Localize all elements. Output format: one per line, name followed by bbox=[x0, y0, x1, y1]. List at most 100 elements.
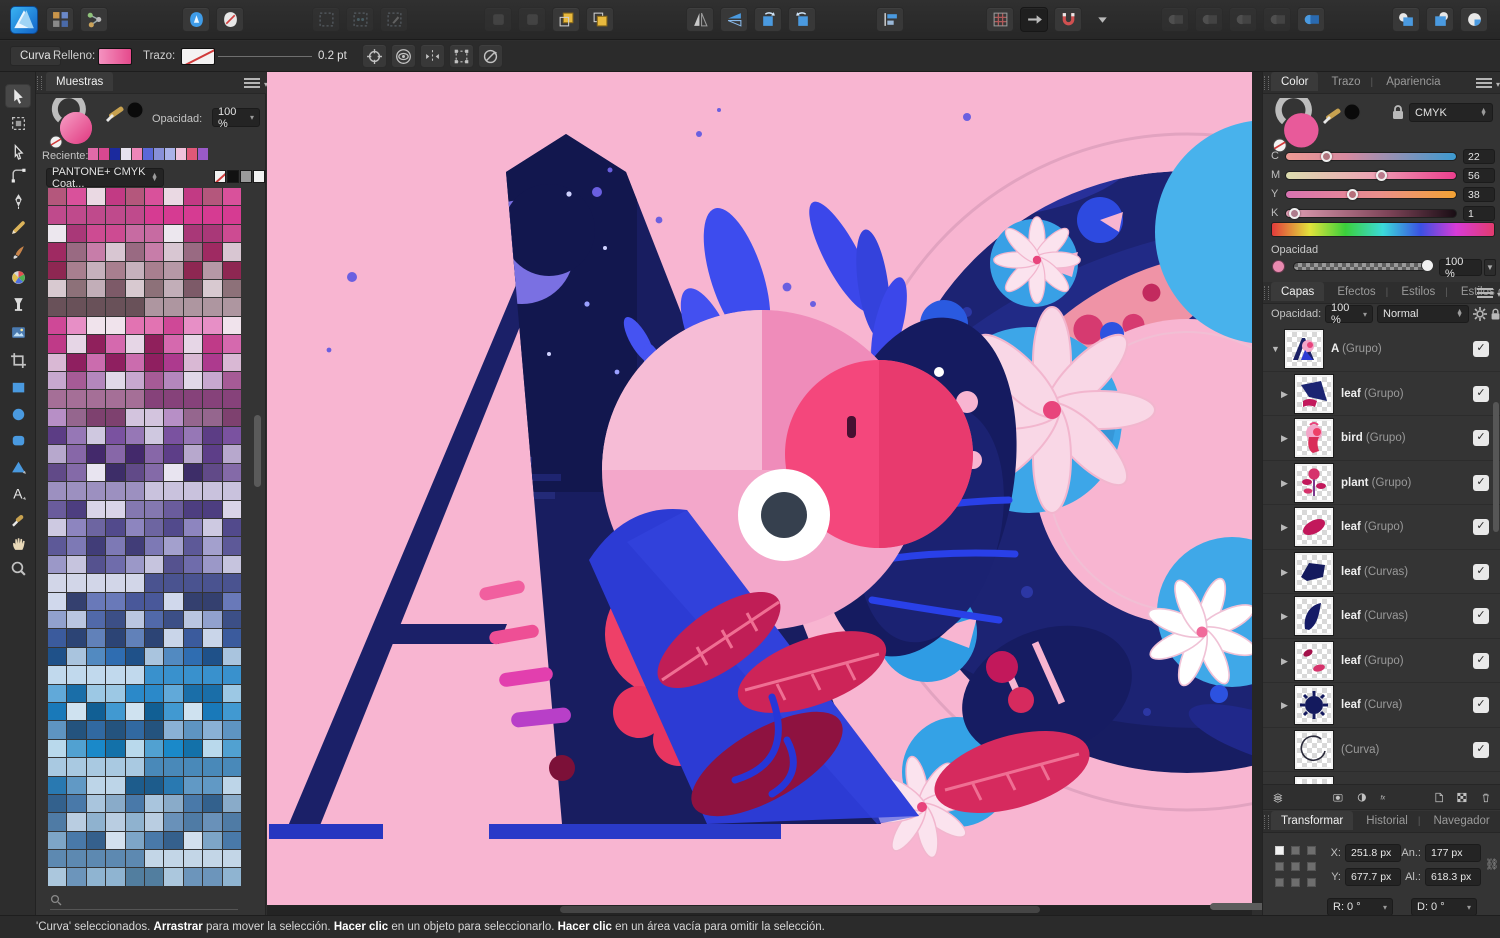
swatch[interactable] bbox=[86, 224, 106, 243]
layer-thumbnail[interactable] bbox=[1295, 686, 1333, 724]
layer-name[interactable]: leaf (Curvas) bbox=[1341, 610, 1408, 622]
palette-dropdown[interactable]: PANTONE+ CMYK Coat... ▲ ▼ bbox=[46, 166, 164, 190]
swatch[interactable] bbox=[164, 592, 183, 610]
swatch[interactable] bbox=[144, 500, 164, 519]
swatch[interactable] bbox=[164, 610, 183, 629]
spectrum-bar[interactable] bbox=[1271, 222, 1495, 237]
swatch[interactable] bbox=[86, 261, 106, 279]
swatch[interactable] bbox=[86, 279, 106, 298]
swatch[interactable] bbox=[203, 555, 222, 574]
swatch[interactable] bbox=[144, 427, 164, 445]
swatch[interactable] bbox=[164, 702, 183, 721]
swatch[interactable] bbox=[67, 316, 86, 335]
swatch[interactable] bbox=[183, 261, 203, 279]
expand-icon[interactable]: ▶ bbox=[1281, 656, 1288, 667]
swatch[interactable] bbox=[125, 629, 144, 647]
swatch[interactable] bbox=[67, 463, 86, 482]
swatch[interactable] bbox=[106, 629, 125, 647]
swatch[interactable] bbox=[48, 592, 67, 610]
swatch[interactable] bbox=[125, 813, 144, 831]
swatch[interactable] bbox=[125, 831, 144, 850]
swatch[interactable] bbox=[67, 371, 86, 390]
swatch[interactable] bbox=[106, 206, 125, 224]
swatch[interactable] bbox=[125, 647, 144, 666]
swatch[interactable] bbox=[67, 519, 86, 537]
swatch[interactable] bbox=[106, 739, 125, 758]
layer-name[interactable]: leaf (Curva) bbox=[1341, 699, 1402, 711]
swatch[interactable] bbox=[203, 519, 222, 537]
layer-thumbnail[interactable] bbox=[1295, 730, 1333, 769]
recent-swatch-9[interactable] bbox=[187, 148, 197, 160]
swatch[interactable] bbox=[164, 335, 183, 353]
swatch[interactable] bbox=[86, 666, 106, 684]
swatch[interactable] bbox=[106, 721, 125, 739]
panel-menu-icon[interactable] bbox=[244, 78, 268, 90]
anchor-point[interactable] bbox=[1307, 862, 1316, 871]
swatch[interactable] bbox=[67, 666, 86, 684]
swatch[interactable] bbox=[222, 555, 241, 574]
swatch[interactable] bbox=[203, 408, 222, 427]
swatch[interactable] bbox=[48, 390, 67, 408]
place-image-tool[interactable] bbox=[5, 320, 31, 344]
swatch[interactable] bbox=[67, 445, 86, 463]
rectangle-tool[interactable] bbox=[5, 375, 31, 399]
snapping-dropdown-icon[interactable] bbox=[1088, 7, 1116, 32]
color-picker-tool[interactable] bbox=[5, 506, 31, 530]
insert-inside-icon[interactable] bbox=[1426, 7, 1454, 32]
select-sample-icon[interactable] bbox=[346, 7, 374, 32]
node-link-icon[interactable] bbox=[80, 7, 108, 32]
swatch[interactable] bbox=[164, 776, 183, 794]
swatch[interactable] bbox=[106, 758, 125, 776]
tab-navegador[interactable]: Navegador bbox=[1423, 811, 1499, 830]
swatch[interactable] bbox=[222, 850, 241, 868]
swatch[interactable] bbox=[67, 831, 86, 850]
swatch[interactable] bbox=[67, 574, 86, 592]
swatch[interactable] bbox=[86, 555, 106, 574]
swatch[interactable] bbox=[86, 721, 106, 739]
layers-scrollbar[interactable] bbox=[1493, 402, 1499, 532]
ellipse-tool[interactable] bbox=[5, 402, 31, 426]
adjustment-icon[interactable] bbox=[1357, 790, 1367, 805]
swatch[interactable] bbox=[125, 574, 144, 592]
swatch[interactable] bbox=[144, 188, 164, 206]
swatch[interactable] bbox=[144, 702, 164, 721]
swatch[interactable] bbox=[106, 519, 125, 537]
swatch[interactable] bbox=[125, 721, 144, 739]
swatch[interactable] bbox=[164, 243, 183, 261]
stroke-width-value[interactable]: 0.2 pt bbox=[318, 50, 347, 62]
swatch[interactable] bbox=[106, 316, 125, 335]
layers-panel-menu-icon[interactable] bbox=[1477, 288, 1500, 300]
anchor-point-selector[interactable] bbox=[1275, 846, 1319, 890]
swatch[interactable] bbox=[203, 224, 222, 243]
swatch[interactable] bbox=[222, 408, 241, 427]
opacity-slider-knob[interactable] bbox=[1421, 259, 1434, 272]
swatch[interactable] bbox=[183, 335, 203, 353]
swatch[interactable] bbox=[183, 555, 203, 574]
boolean-subtract-icon[interactable] bbox=[1195, 7, 1223, 32]
swatch-opacity-dropdown[interactable]: 100 % ▾ bbox=[212, 106, 260, 130]
swatch[interactable] bbox=[203, 610, 222, 629]
swatch[interactable] bbox=[144, 666, 164, 684]
swatch[interactable] bbox=[106, 390, 125, 408]
swatch[interactable] bbox=[144, 684, 164, 702]
swatch[interactable] bbox=[106, 335, 125, 353]
swatch[interactable] bbox=[125, 463, 144, 482]
swatch[interactable] bbox=[222, 298, 241, 316]
swatch[interactable] bbox=[106, 353, 125, 371]
swatch[interactable] bbox=[222, 666, 241, 684]
layer-row[interactable]: ▼ A (Grupo) ✓ bbox=[1263, 327, 1500, 372]
swatch[interactable] bbox=[144, 537, 164, 555]
snapping-icon[interactable] bbox=[1054, 7, 1082, 32]
tab-capas[interactable]: Capas bbox=[1271, 282, 1325, 301]
recent-swatch-6[interactable] bbox=[154, 148, 164, 160]
swatch[interactable] bbox=[67, 279, 86, 298]
transform-origin-icon[interactable] bbox=[362, 44, 387, 68]
swatch[interactable] bbox=[164, 813, 183, 831]
expand-icon[interactable]: ▶ bbox=[1281, 700, 1288, 711]
swatch[interactable] bbox=[144, 243, 164, 261]
swatch[interactable] bbox=[222, 224, 241, 243]
transform-angle-dropdown[interactable]: R: 0 ° ▾ bbox=[1327, 898, 1393, 916]
swatch[interactable] bbox=[48, 813, 67, 831]
swatch[interactable] bbox=[125, 537, 144, 555]
swatch[interactable] bbox=[164, 316, 183, 335]
